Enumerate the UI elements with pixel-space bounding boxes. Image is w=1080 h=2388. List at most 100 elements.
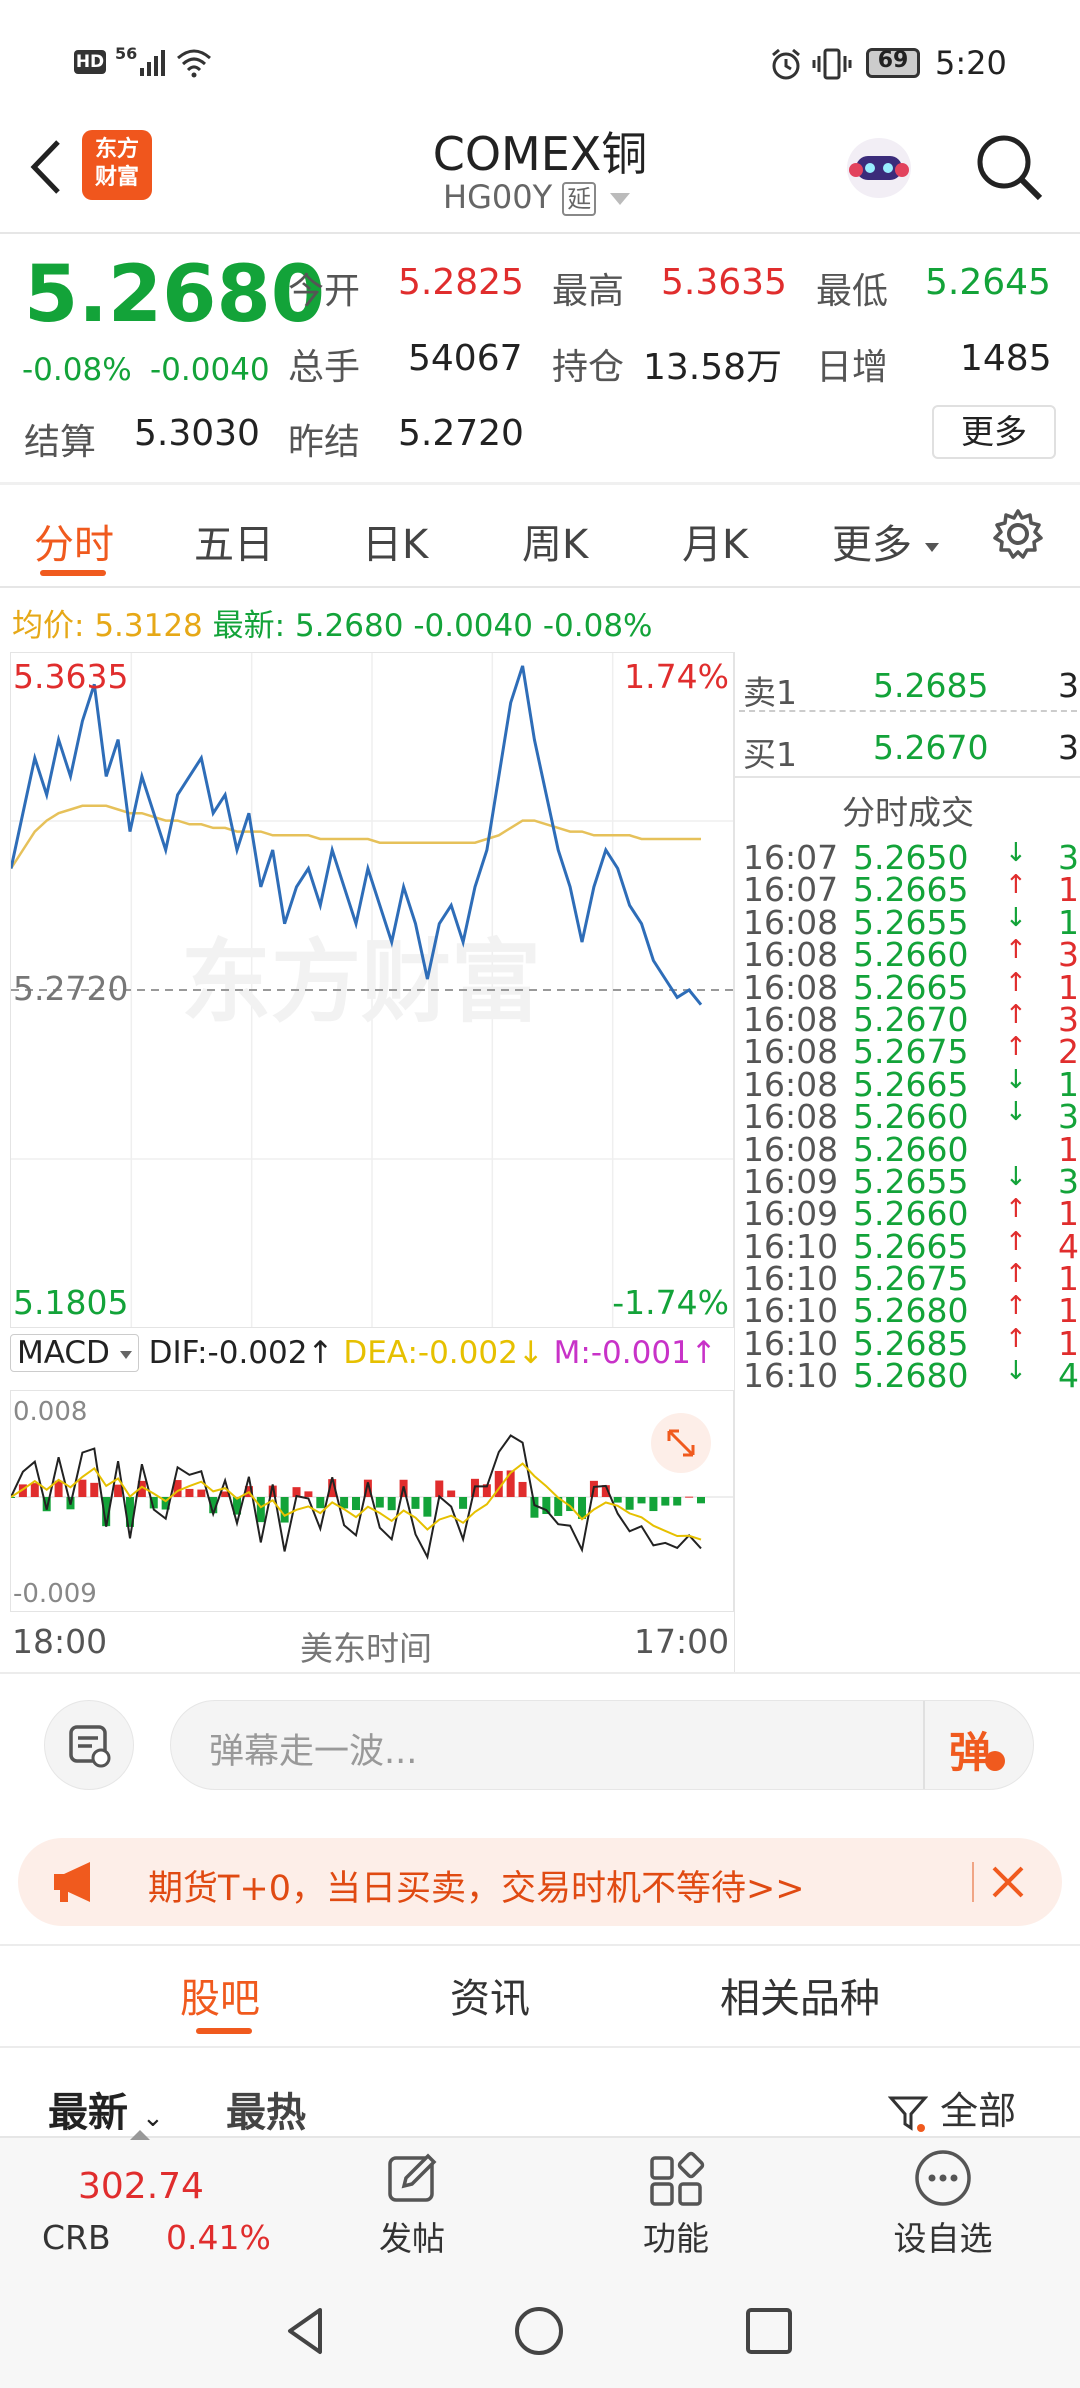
filter-icon xyxy=(887,2094,929,2134)
book-divider-solid xyxy=(735,776,1080,778)
low-label: 最低 xyxy=(816,271,889,312)
trade-row: 16:10 5.2685 ↑ 1 xyxy=(743,1323,1079,1363)
trades-list[interactable]: 16:07 5.2650 ↓ 3 16:07 5.2665 ↑ 1 16:08 5.2655 ↓ 1 1… xyxy=(743,838,1079,1395)
macd-bar xyxy=(197,1489,206,1497)
bid-price: 5.2670 xyxy=(873,728,989,767)
symbol-selector[interactable]: HG00Y 延 xyxy=(443,178,631,222)
price-chart[interactable]: 东方财富 5.3635 1.74% 5.2720 5.1805 -1.74% xyxy=(10,652,734,1328)
add-watchlist-button[interactable]: 设自选 xyxy=(878,2144,1008,2268)
macd-bar xyxy=(78,1479,87,1497)
latest-value: 5.2680 xyxy=(294,608,404,644)
tab-weekly-k[interactable]: 周K xyxy=(522,512,588,570)
tabs-divider xyxy=(0,586,1080,588)
nav-recents-icon[interactable] xyxy=(742,2304,796,2358)
macd-bar xyxy=(649,1497,658,1512)
trade-row: 16:07 5.2650 ↓ 3 xyxy=(743,838,1079,877)
trade-row: 16:08 5.2660 ↓ 3 xyxy=(743,1097,1079,1136)
macd-bar xyxy=(613,1497,622,1503)
chart-bottom-pct: -1.74% xyxy=(612,1283,729,1322)
tab-news[interactable]: 资讯 xyxy=(450,1966,530,2024)
filter-all[interactable]: 全部 xyxy=(887,2080,1016,2135)
dea-value: DEA:-0.002 xyxy=(343,1335,518,1371)
tab-intraday[interactable]: 分时 xyxy=(34,512,114,570)
comment-settings-button[interactable] xyxy=(44,1700,134,1790)
tab-forum[interactable]: 股吧 xyxy=(180,1966,260,2024)
delay-badge: 延 xyxy=(562,182,597,216)
daily-increase-label: 日增 xyxy=(816,347,889,388)
ask-row: 卖1 5.2685 3 xyxy=(743,660,1079,716)
avg-price-label: 均价: xyxy=(12,608,85,644)
crb-percent: 0.41% xyxy=(166,2218,271,2257)
high-label: 最高 xyxy=(552,271,625,312)
m-value: M:-0.001 xyxy=(553,1335,691,1371)
promo-text: 期货T+0，当日买卖，交易时机不等待>> xyxy=(148,1869,805,1909)
grid-apps-icon xyxy=(650,2151,705,2206)
trade-direction-icon: ↑ xyxy=(1005,1323,1027,1354)
symbol-code: HG00Y xyxy=(443,178,553,216)
macd-bar xyxy=(387,1497,396,1511)
trade-direction-icon: ↑ xyxy=(1005,1259,1027,1290)
macd-chart-svg xyxy=(11,1434,733,1560)
trade-direction-icon: ↓ xyxy=(1005,1097,1027,1128)
danmu-button[interactable]: 弹 xyxy=(923,1701,1033,1789)
trade-row: 16:08 5.2670 ↑ 3 xyxy=(743,999,1079,1039)
latest-pct: -0.08% xyxy=(542,608,653,644)
trade-direction-icon: ↓ xyxy=(1005,1161,1027,1192)
trade-row: 16:08 5.2675 ↑ 2 xyxy=(743,1032,1079,1071)
avg-price-value: 5.3128 xyxy=(94,608,203,644)
macd-bar xyxy=(661,1497,670,1506)
promo-banner[interactable]: 期货T+0，当日买卖，交易时机不等待>> xyxy=(18,1838,1062,1926)
post-label: 发帖 xyxy=(379,2219,445,2258)
bid-label: 买1 xyxy=(743,735,797,774)
macd-bar xyxy=(625,1497,634,1510)
robot-assistant-icon[interactable] xyxy=(838,126,920,208)
tab-daily-k[interactable]: 日K xyxy=(362,512,428,570)
ask-price: 5.2685 xyxy=(873,666,989,705)
last-price: 5.2680 xyxy=(24,250,325,340)
open-label: 今开 xyxy=(288,271,361,312)
features-button[interactable]: 功能 xyxy=(626,2144,726,2268)
tab-monthly-k[interactable]: 月K xyxy=(682,512,748,570)
more-button[interactable]: 更多 xyxy=(932,405,1056,459)
nav-back-icon[interactable] xyxy=(280,2304,334,2358)
prev-settle-label: 昨结 xyxy=(288,422,361,463)
comment-input[interactable]: 弹幕走一波... 弹 xyxy=(170,1700,1034,1790)
ask-qty: 3 xyxy=(1058,666,1079,705)
latest-change: -0.0040 xyxy=(413,608,533,644)
low-value: 5.2645 xyxy=(925,262,1051,303)
tab-five-day[interactable]: 五日 xyxy=(194,512,274,570)
trade-direction-icon: ↑ xyxy=(1005,999,1027,1030)
promo-divider xyxy=(972,1862,974,1902)
nav-home-icon[interactable] xyxy=(512,2304,566,2358)
macd-bar xyxy=(637,1497,646,1504)
macd-bar xyxy=(506,1470,515,1497)
comment-settings-icon xyxy=(69,1725,111,1768)
trade-direction-icon: ↓ xyxy=(1005,838,1027,868)
wifi-icon xyxy=(174,46,214,78)
expand-icon[interactable] xyxy=(651,1413,711,1473)
macd-selector[interactable]: MACD xyxy=(10,1334,139,1372)
search-icon[interactable] xyxy=(972,130,1048,206)
settle-label: 结算 xyxy=(24,422,97,463)
tab-more[interactable]: 更多 xyxy=(832,512,939,570)
chevron-down-icon: ⌄ xyxy=(141,2103,164,2133)
crb-caret-icon xyxy=(130,2130,150,2140)
macd-bar xyxy=(697,1497,705,1504)
latest-label: 最新: xyxy=(212,608,286,644)
filter-hottest[interactable]: 最热 xyxy=(226,2080,306,2138)
signal-56-icon: 56 xyxy=(115,44,138,63)
settings-gear-icon[interactable] xyxy=(990,506,1046,562)
macd-bottom-label: -0.009 xyxy=(13,1579,97,1609)
ask-label: 卖1 xyxy=(743,673,797,712)
close-icon[interactable] xyxy=(986,1860,1030,1904)
quote-divider xyxy=(0,482,1080,485)
crb-index-widget[interactable]: 302.74 CRB 0.41% xyxy=(0,2130,280,2274)
tab-related[interactable]: 相关品种 xyxy=(720,1966,880,2024)
trade-row: 16:07 5.2665 ↑ 1 xyxy=(743,870,1079,909)
arrow-up-icon: ↑ xyxy=(690,1335,717,1371)
post-button[interactable]: 发帖 xyxy=(362,2144,462,2268)
macd-bar xyxy=(447,1490,456,1497)
trade-row: 16:10 5.2680 ↑ 1 xyxy=(743,1291,1079,1330)
header-divider xyxy=(0,232,1080,234)
more-dots-icon xyxy=(915,2150,971,2206)
